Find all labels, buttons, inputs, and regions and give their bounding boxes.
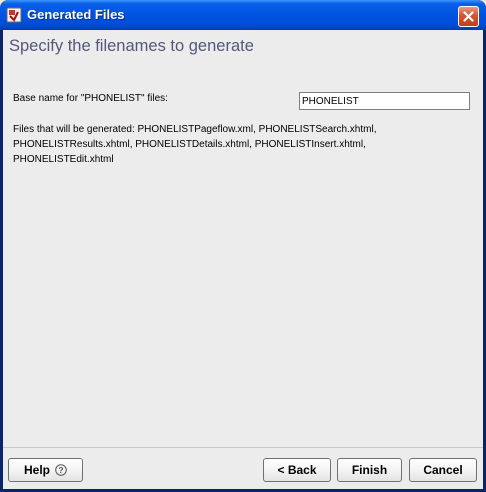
app-icon [6,7,22,23]
back-button[interactable]: < Back [263,458,331,482]
finish-button[interactable]: Finish [337,458,402,482]
close-icon [463,11,474,22]
dialog-window: Generated Files Specify the filenames to… [0,0,486,492]
window-title: Generated Files [27,7,125,22]
svg-text:?: ? [58,465,63,475]
generated-files-text: Files that will be generated: PHONELISTP… [13,124,377,165]
title-bar[interactable]: Generated Files [0,0,486,30]
base-name-label: Base name for "PHONELIST" files: [13,93,168,104]
help-button-label: Help [23,463,50,477]
close-button[interactable] [458,6,479,27]
wizard-header: Specify the filenames to generate [3,30,483,61]
cancel-button[interactable]: Cancel [409,458,477,482]
button-bar: Help ? < Back Finish Cancel [3,447,483,490]
help-button[interactable]: Help ? [8,458,83,482]
question-mark-icon: ? [55,464,67,476]
dialog-body: Specify the filenames to generate Base n… [3,30,483,490]
base-name-input[interactable] [299,92,470,110]
wizard-content: Base name for "PHONELIST" files: Files t… [3,64,483,447]
page-title: Specify the filenames to generate [9,37,254,55]
